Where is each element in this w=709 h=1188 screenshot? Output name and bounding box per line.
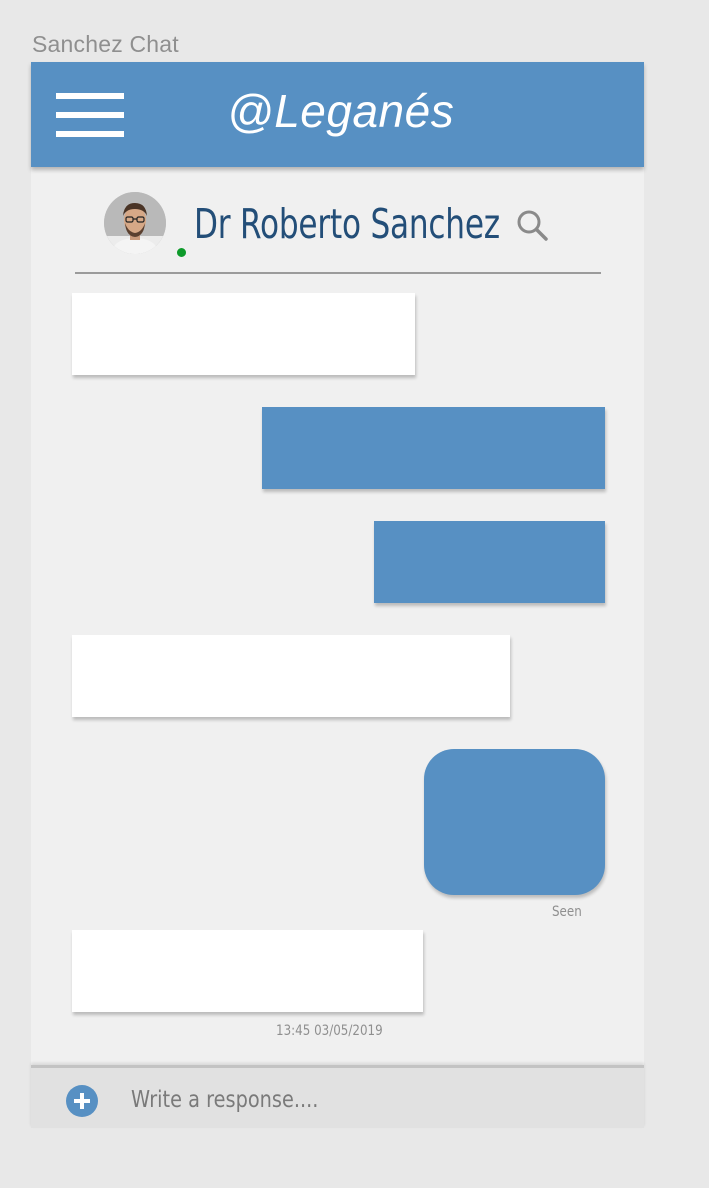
app-header: @Leganés (31, 62, 644, 167)
incoming-message-bubble[interactable] (72, 635, 510, 717)
response-input[interactable] (131, 1080, 627, 1120)
hamburger-menu-icon[interactable] (56, 93, 124, 139)
plus-icon (80, 1093, 84, 1109)
incoming-message-bubble[interactable] (72, 293, 415, 375)
contact-bar: Dr Roberto Sanchez (75, 192, 601, 274)
search-icon[interactable] (515, 208, 549, 242)
avatar[interactable] (104, 192, 188, 259)
contact-name: Dr Roberto Sanchez (194, 200, 500, 248)
outgoing-message-bubble[interactable] (374, 521, 605, 603)
avatar-portrait-icon (104, 192, 166, 254)
outgoing-message-bubble[interactable] (424, 749, 605, 895)
add-attachment-button[interactable] (66, 1085, 98, 1117)
message-composer (31, 1065, 644, 1128)
online-status-dot (175, 246, 188, 259)
response-input-wrapper (131, 1080, 627, 1120)
design-canvas: Sanchez Chat @Leganés Dr Roberto Sanchez… (0, 0, 709, 1188)
menu-bar (56, 93, 124, 99)
menu-bar (56, 112, 124, 118)
message-timestamp: 13:45 03/05/2019 (276, 1023, 383, 1039)
menu-bar (56, 131, 124, 137)
chat-screen: @Leganés Dr Roberto Sanchez Seen 13:45 0… (31, 62, 644, 1128)
read-receipt: Seen (552, 904, 582, 920)
frame-label: Sanchez Chat (32, 31, 179, 57)
incoming-message-bubble[interactable] (72, 930, 423, 1012)
outgoing-message-bubble[interactable] (262, 407, 605, 489)
channel-title: @Leganés (227, 85, 455, 137)
